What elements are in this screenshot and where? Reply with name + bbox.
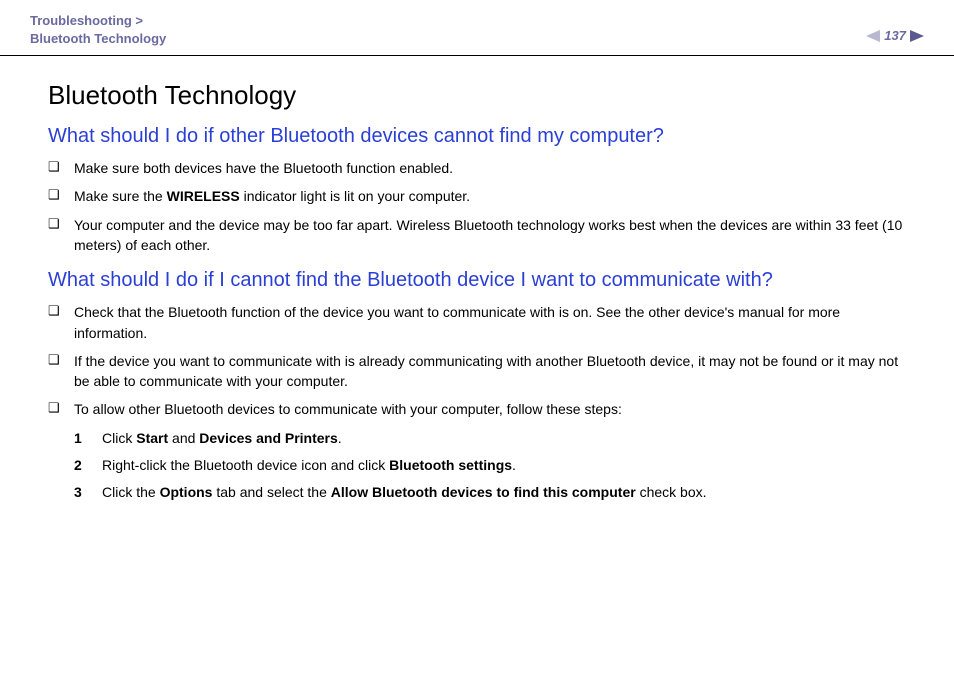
- next-page-arrow-icon[interactable]: [910, 30, 924, 42]
- step-number: 1: [74, 428, 102, 449]
- bullet-text: If the device you want to communicate wi…: [74, 351, 916, 392]
- step-number: 2: [74, 455, 102, 476]
- step-item: 3 Click the Options tab and select the A…: [74, 482, 916, 503]
- bullet-text: Check that the Bluetooth function of the…: [74, 302, 916, 343]
- page-number: 137: [884, 28, 906, 43]
- bullet-list-2: ❑ Check that the Bluetooth function of t…: [48, 302, 916, 419]
- bullet-text: To allow other Bluetooth devices to comm…: [74, 399, 916, 419]
- numbered-steps: 1 Click Start and Devices and Printers. …: [48, 428, 916, 503]
- breadcrumb-line2: Bluetooth Technology: [30, 30, 166, 48]
- bullet-text: Your computer and the device may be too …: [74, 215, 916, 256]
- section-heading-1: What should I do if other Bluetooth devi…: [48, 125, 916, 148]
- list-item: ❑ If the device you want to communicate …: [48, 351, 916, 392]
- prev-page-arrow-icon[interactable]: [866, 30, 880, 42]
- section-heading-2: What should I do if I cannot find the Bl…: [48, 269, 916, 292]
- page-nav: 137: [866, 28, 924, 43]
- bullet-list-1: ❑ Make sure both devices have the Blueto…: [48, 158, 916, 255]
- step-text: Click the Options tab and select the All…: [102, 482, 916, 503]
- page-content: Bluetooth Technology What should I do if…: [0, 56, 954, 503]
- bullet-icon: ❑: [48, 186, 74, 205]
- page-title: Bluetooth Technology: [48, 80, 916, 111]
- bullet-icon: ❑: [48, 399, 74, 418]
- bullet-text: Make sure both devices have the Bluetoot…: [74, 158, 916, 178]
- list-item: ❑ Make sure the WIRELESS indicator light…: [48, 186, 916, 206]
- bullet-icon: ❑: [48, 158, 74, 177]
- list-item: ❑ Make sure both devices have the Blueto…: [48, 158, 916, 178]
- breadcrumb-line1: Troubleshooting >: [30, 12, 166, 30]
- bullet-icon: ❑: [48, 351, 74, 370]
- step-item: 2 Right-click the Bluetooth device icon …: [74, 455, 916, 476]
- list-item: ❑ Your computer and the device may be to…: [48, 215, 916, 256]
- step-text: Click Start and Devices and Printers.: [102, 428, 916, 449]
- bullet-text: Make sure the WIRELESS indicator light i…: [74, 186, 916, 206]
- step-text: Right-click the Bluetooth device icon an…: [102, 455, 916, 476]
- breadcrumb: Troubleshooting > Bluetooth Technology: [30, 12, 166, 47]
- page-header: Troubleshooting > Bluetooth Technology 1…: [0, 0, 954, 56]
- list-item: ❑ To allow other Bluetooth devices to co…: [48, 399, 916, 419]
- step-item: 1 Click Start and Devices and Printers.: [74, 428, 916, 449]
- list-item: ❑ Check that the Bluetooth function of t…: [48, 302, 916, 343]
- bullet-icon: ❑: [48, 215, 74, 234]
- bullet-icon: ❑: [48, 302, 74, 321]
- step-number: 3: [74, 482, 102, 503]
